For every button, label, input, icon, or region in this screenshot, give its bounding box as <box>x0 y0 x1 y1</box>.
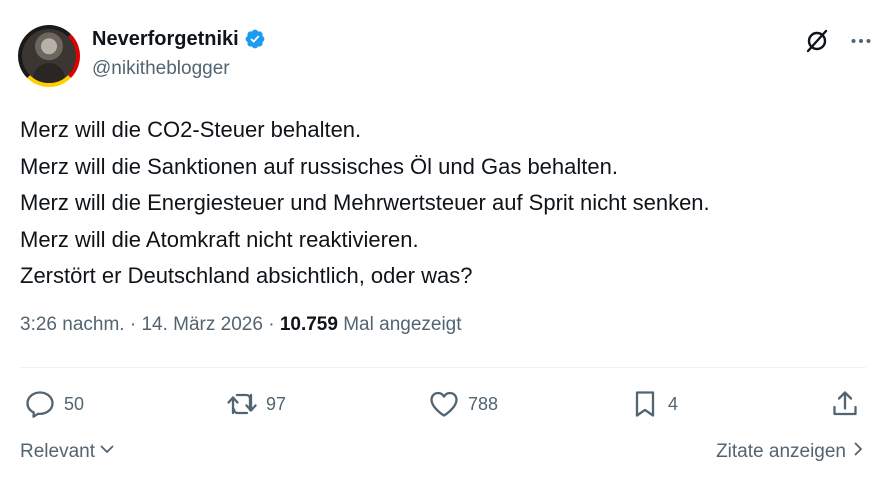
sort-label: Relevant <box>20 441 95 462</box>
chevron-down-icon <box>99 441 115 463</box>
verified-badge-icon <box>244 28 266 50</box>
like-icon <box>428 389 460 419</box>
reply-icon <box>24 389 56 419</box>
meta-separator: · <box>268 314 275 335</box>
meta-separator: · <box>129 314 137 335</box>
like-button[interactable]: 788 <box>428 389 498 419</box>
tweet-time[interactable]: 3:26 nachm. <box>20 314 125 335</box>
grok-slash-icon[interactable] <box>804 28 830 54</box>
chevron-right-icon <box>850 441 866 463</box>
name-row: Neverforgetniki <box>92 27 266 51</box>
author-info: Neverforgetniki @nikitheblogger <box>92 27 266 80</box>
bookmark-icon <box>630 389 660 419</box>
author-handle[interactable]: @nikitheblogger <box>92 58 266 80</box>
author-avatar[interactable] <box>18 25 80 87</box>
tweet-text: Merz will die CO2-Steuer behalten. Merz … <box>20 112 880 295</box>
views-count[interactable]: 10.759 <box>280 314 338 335</box>
view-quotes-link[interactable]: Zitate anzeigen <box>716 441 866 463</box>
bookmark-count: 4 <box>668 393 679 414</box>
reply-count: 50 <box>64 393 85 414</box>
author-display-name[interactable]: Neverforgetniki <box>92 28 239 51</box>
tweet-top-actions <box>804 28 872 54</box>
sort-selector[interactable]: Relevant <box>20 441 115 463</box>
retweet-count: 97 <box>266 393 287 414</box>
tweet-date[interactable]: 14. März 2026 <box>141 314 262 335</box>
tweet-line: Merz will die CO2-Steuer behalten. <box>20 117 362 142</box>
views-label[interactable]: Mal angezeigt <box>343 314 461 335</box>
bookmark-button[interactable]: 4 <box>630 389 678 419</box>
avatar-figure <box>33 63 65 83</box>
like-count: 788 <box>468 393 499 414</box>
tweet-line: Zerstört er Deutschland absichtlich, ode… <box>20 263 473 288</box>
reply-button[interactable]: 50 <box>24 389 84 419</box>
retweet-icon <box>226 389 258 419</box>
divider <box>20 367 866 368</box>
share-button[interactable] <box>830 389 860 419</box>
retweet-button[interactable]: 97 <box>226 389 286 419</box>
tweet-line: Merz will die Atomkraft nicht reaktivier… <box>20 226 419 252</box>
replies-footer: Relevant Zitate anzeigen <box>20 439 866 465</box>
share-icon <box>830 389 860 419</box>
tweet-meta: 3:26 nachm. · 14. März 2026 · 10.759 Mal… <box>20 314 462 336</box>
tweet-line: Merz will die Sanktionen auf russisches … <box>20 153 618 179</box>
view-quotes-label: Zitate anzeigen <box>716 441 846 462</box>
more-icon[interactable] <box>850 30 872 52</box>
tweet-line: Merz will die Energiesteuer und Mehrwert… <box>20 190 710 215</box>
